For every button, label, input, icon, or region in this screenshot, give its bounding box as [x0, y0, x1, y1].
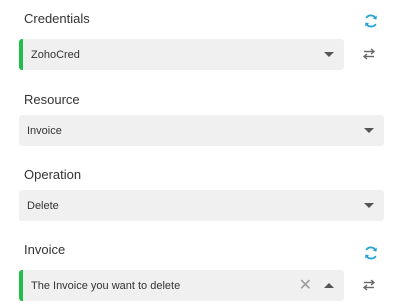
- swap-icon[interactable]: [360, 276, 378, 294]
- credentials-select[interactable]: ZohoCred: [19, 39, 344, 70]
- operation-label: Operation: [24, 167, 82, 182]
- invoice-value: The Invoice you want to delete: [31, 279, 181, 292]
- swap-icon[interactable]: [360, 45, 378, 63]
- resource-select[interactable]: Invoice: [19, 115, 384, 146]
- caret-down-icon[interactable]: [364, 128, 374, 133]
- refresh-icon[interactable]: [362, 12, 380, 30]
- operation-select[interactable]: Delete: [19, 190, 384, 221]
- clear-icon[interactable]: ✕: [299, 277, 312, 294]
- credentials-label: Credentials: [24, 11, 90, 26]
- refresh-icon[interactable]: [362, 244, 380, 262]
- caret-up-icon[interactable]: [324, 283, 334, 288]
- operation-value: Delete: [27, 199, 59, 212]
- invoice-label: Invoice: [24, 242, 66, 257]
- caret-down-icon[interactable]: [364, 203, 374, 208]
- credentials-value: ZohoCred: [31, 48, 80, 61]
- resource-value: Invoice: [27, 124, 62, 137]
- invoice-input[interactable]: The Invoice you want to delete ✕: [19, 270, 344, 301]
- caret-down-icon[interactable]: [324, 52, 334, 57]
- resource-label: Resource: [24, 92, 80, 107]
